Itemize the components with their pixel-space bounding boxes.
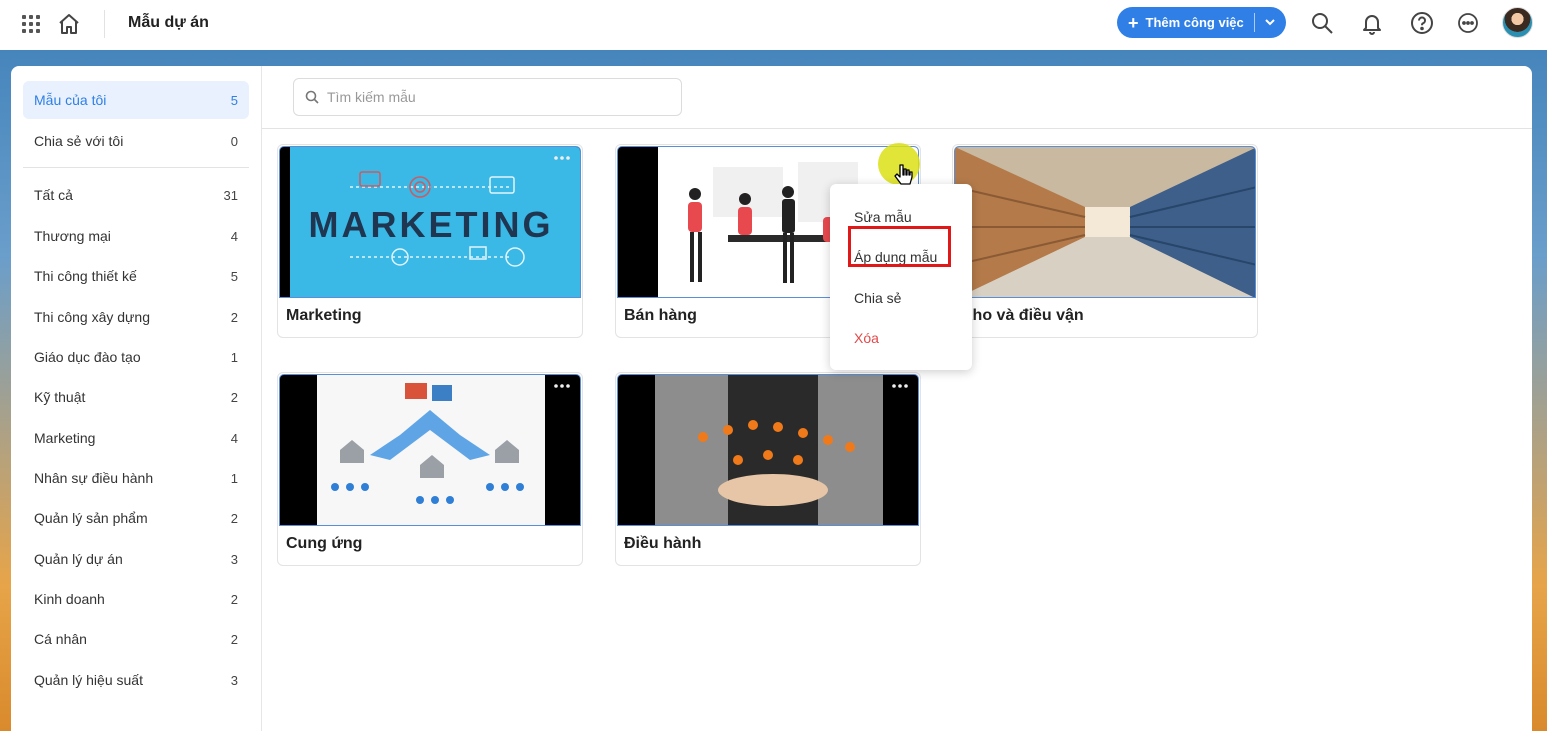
menu-item-delete[interactable]: Xóa [854, 330, 879, 346]
sidebar-item-product-management[interactable]: Quản lý sản phẩm 2 [23, 499, 249, 537]
add-task-button[interactable]: + Thêm công việc [1117, 7, 1286, 38]
sidebar-item-count: 2 [230, 631, 238, 647]
sidebar-item-commerce[interactable]: Thương mại 4 [23, 217, 249, 255]
thumbnail-marketing-text: MARKETING [309, 204, 554, 245]
sidebar-item-count: 2 [230, 591, 238, 607]
sidebar-item-design-construction[interactable]: Thi công thiết kế 5 [23, 257, 249, 295]
sidebar-item-count: 5 [230, 92, 238, 108]
card-title: Kho và điều vận [961, 307, 1084, 324]
bell-icon[interactable] [1359, 10, 1385, 36]
sidebar-item-label: Cá nhân [34, 631, 87, 647]
main-panel: Mẫu của tôi 5 Chia sẻ với tôi 0 Tất cả 3… [11, 66, 1532, 731]
sidebar-item-building-construction[interactable]: Thi công xây dựng 2 [23, 298, 249, 336]
sidebar-item-personal[interactable]: Cá nhân 2 [23, 620, 249, 658]
more-options-icon[interactable] [1456, 11, 1480, 35]
hand-cursor-icon [893, 163, 915, 189]
card-more-icon[interactable] [890, 379, 910, 391]
card-title: Điều hành [624, 535, 702, 552]
sidebar-item-sales[interactable]: Kinh doanh 2 [23, 580, 249, 618]
sidebar-item-label: Quản lý dự án [34, 551, 123, 567]
template-card-warehouse[interactable]: Kho và điều vận [952, 144, 1258, 338]
sidebar-item-label: Mẫu của tôi [34, 92, 107, 108]
sidebar-item-label: Thương mại [34, 228, 111, 244]
sidebar-item-engineering[interactable]: Kỹ thuật 2 [23, 378, 249, 416]
sidebar-item-label: Kinh doanh [34, 591, 105, 607]
menu-item-edit-template[interactable]: Sửa mẫu [854, 209, 912, 225]
button-separator [1254, 13, 1255, 32]
template-card-marketing[interactable]: MARKETING Marketing [277, 144, 583, 338]
card-title: Marketing [286, 307, 362, 324]
search-icon [305, 90, 319, 104]
template-thumbnail: MARKETING [279, 146, 581, 298]
search-input[interactable] [327, 89, 667, 105]
sidebar-item-count: 3 [230, 551, 238, 567]
card-context-menu: Sửa mẫu Áp dụng mẫu Chia sẻ Xóa [830, 184, 972, 370]
sidebar-item-hr-operations[interactable]: Nhân sự điều hành 1 [23, 459, 249, 497]
template-thumbnail [617, 374, 919, 526]
sidebar-item-count: 4 [230, 430, 238, 446]
page-title: Mẫu dự án [128, 14, 209, 31]
card-title: Bán hàng [624, 307, 697, 324]
help-icon[interactable] [1409, 10, 1435, 36]
sidebar-item-label: Marketing [34, 430, 96, 446]
search-icon[interactable] [1309, 10, 1335, 36]
sidebar-item-label: Chia sẻ với tôi [34, 133, 124, 149]
highlight-annotation [848, 226, 951, 267]
sidebar-item-count: 4 [230, 228, 238, 244]
sidebar-item-label: Giáo dục đào tạo [34, 349, 141, 365]
sidebar-item-shared-with-me[interactable]: Chia sẻ với tôi 0 [23, 122, 249, 160]
sidebar-item-marketing[interactable]: Marketing 4 [23, 419, 249, 457]
header-divider [104, 10, 105, 38]
sidebar-item-count: 2 [230, 389, 238, 405]
sidebar-item-count: 3 [230, 672, 238, 688]
sidebar-item-performance-management[interactable]: Quản lý hiệu suất 3 [23, 661, 249, 699]
sidebar-item-my-templates[interactable]: Mẫu của tôi 5 [23, 81, 249, 119]
sidebar-item-label: Nhân sự điều hành [34, 470, 154, 486]
sidebar-item-education[interactable]: Giáo dục đào tạo 1 [23, 338, 249, 376]
template-thumbnail [279, 374, 581, 526]
chevron-down-icon[interactable] [1263, 15, 1277, 29]
apps-grid-icon[interactable] [20, 13, 42, 35]
avatar[interactable] [1502, 7, 1533, 38]
sidebar-item-count: 1 [230, 470, 238, 486]
sidebar-item-count: 1 [230, 349, 238, 365]
template-thumbnail [954, 146, 1256, 298]
sidebar-divider [23, 167, 249, 168]
card-more-icon[interactable] [552, 151, 572, 163]
sidebar-item-count: 2 [230, 510, 238, 526]
sidebar-item-count: 2 [230, 309, 238, 325]
sidebar: Mẫu của tôi 5 Chia sẻ với tôi 0 Tất cả 3… [11, 66, 262, 731]
menu-item-share[interactable]: Chia sẻ [854, 290, 901, 306]
sidebar-item-label: Kỹ thuật [34, 389, 86, 405]
sidebar-item-label: Quản lý hiệu suất [34, 672, 143, 688]
sidebar-item-count: 5 [230, 268, 238, 284]
sidebar-item-label: Quản lý sản phẩm [34, 510, 148, 526]
add-task-label: Thêm công việc [1145, 15, 1244, 30]
home-icon[interactable] [56, 11, 82, 37]
plus-icon: + [1128, 12, 1139, 33]
card-more-icon[interactable] [552, 379, 572, 391]
sidebar-item-all[interactable]: Tất cả 31 [23, 176, 249, 214]
sidebar-item-count: 0 [230, 133, 238, 149]
template-search[interactable] [293, 78, 682, 116]
sidebar-item-project-management[interactable]: Quản lý dự án 3 [23, 540, 249, 578]
sidebar-item-label: Thi công thiết kế [34, 268, 137, 284]
sidebar-item-label: Tất cả [34, 187, 73, 203]
top-bar: Mẫu dự án + Thêm công việc [0, 0, 1547, 50]
card-title: Cung ứng [286, 535, 363, 552]
template-card-supply[interactable]: Cung ứng [277, 372, 583, 566]
sidebar-item-label: Thi công xây dựng [34, 309, 150, 325]
sidebar-item-count: 31 [223, 187, 238, 203]
template-card-operations[interactable]: Điều hành [615, 372, 921, 566]
content-divider [262, 128, 1532, 129]
